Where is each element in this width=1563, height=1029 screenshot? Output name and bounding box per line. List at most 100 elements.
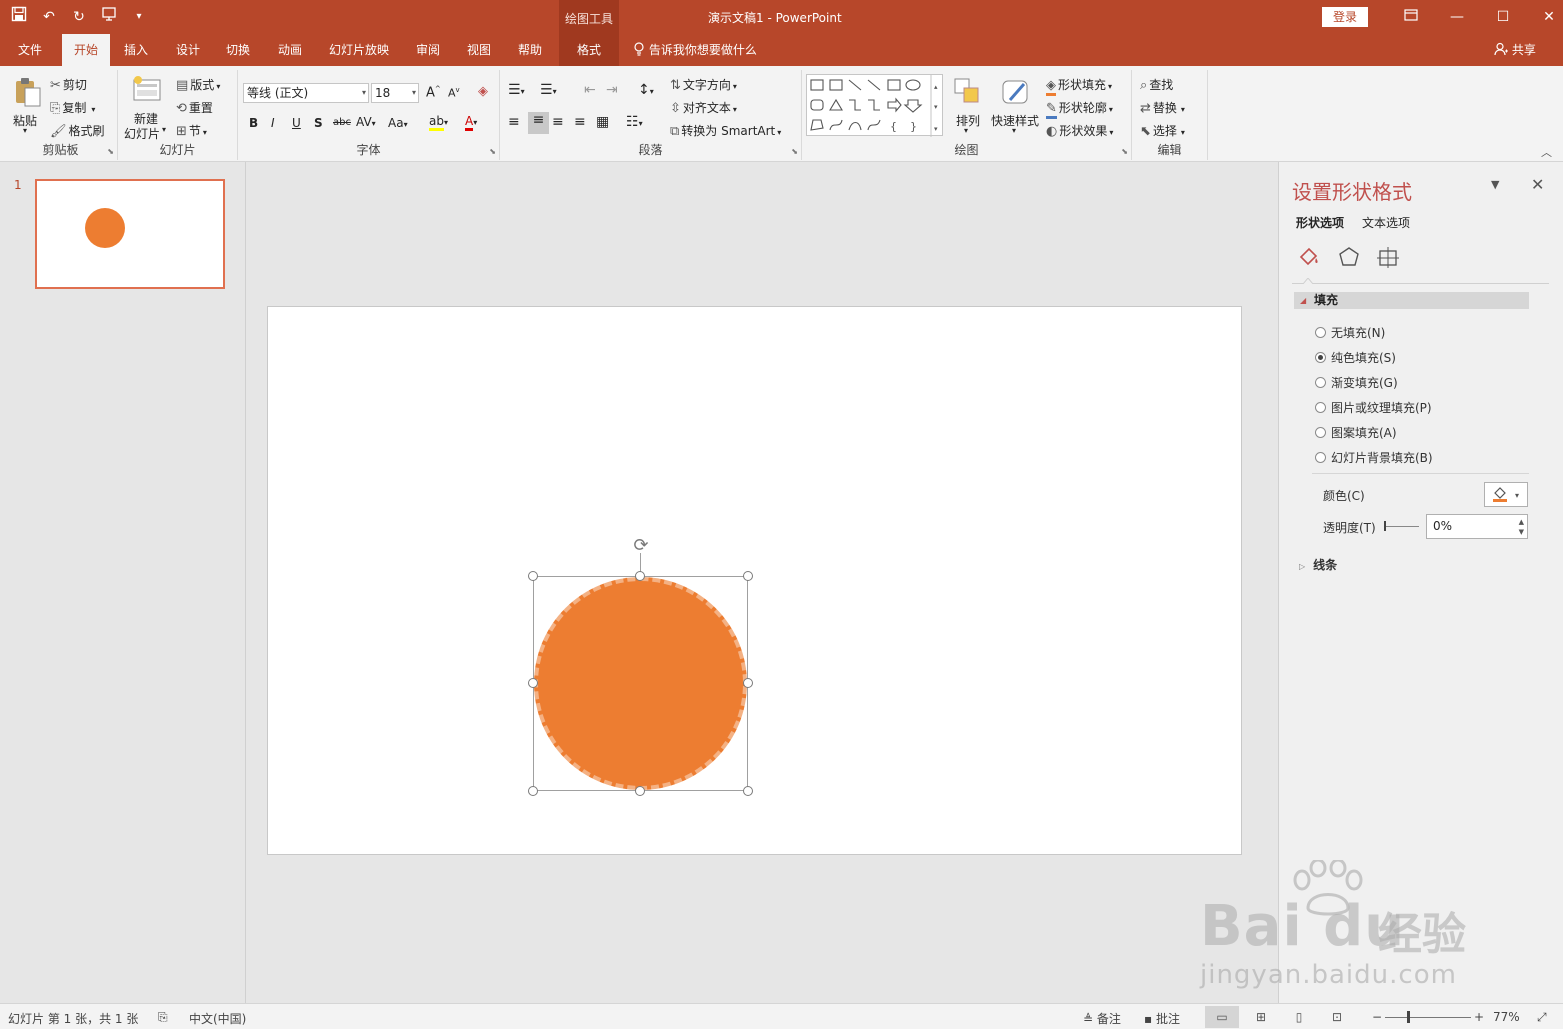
radio-button[interactable] <box>1315 452 1326 463</box>
paragraph-launcher-icon[interactable]: ⬊ <box>791 147 798 156</box>
fill-option-gradient[interactable]: 渐变填充(G) <box>1315 374 1398 391</box>
line-section-header[interactable]: ▷ 线条 <box>1299 556 1337 573</box>
redo-icon[interactable]: ↻ <box>68 6 90 28</box>
change-case-icon[interactable]: Aa▾ <box>388 116 408 130</box>
ribbon-display-icon[interactable] <box>1388 5 1434 29</box>
new-slide-dropdown-icon[interactable]: ▾ <box>162 125 166 134</box>
zoom-in-icon[interactable]: + <box>1474 1010 1484 1024</box>
decrease-indent-icon[interactable]: ⇤ <box>584 82 596 98</box>
customize-icon[interactable]: ▾ <box>128 6 150 28</box>
highlight-icon[interactable]: ab▾ <box>429 114 448 131</box>
replace-button[interactable]: ⇄ 替换 ▾ <box>1140 99 1185 116</box>
reset-button[interactable]: ⟲ 重置 <box>176 99 213 116</box>
notes-button[interactable]: ≜ 备注 <box>1083 1010 1121 1027</box>
resize-handle-top-left[interactable] <box>528 571 538 581</box>
zoom-slider-thumb[interactable] <box>1407 1011 1410 1023</box>
bold-icon[interactable]: B <box>249 116 258 130</box>
fill-option-picture[interactable]: 图片或纹理填充(P) <box>1315 399 1432 416</box>
clipboard-launcher-icon[interactable]: ⬊ <box>107 147 114 156</box>
paste-button[interactable]: 粘贴 ▾ <box>10 74 44 138</box>
cut-button[interactable]: ✂ 剪切 <box>50 76 87 93</box>
paste-dropdown-icon[interactable]: ▾ <box>23 126 27 135</box>
resize-handle-bottom[interactable] <box>635 786 645 796</box>
distributed-icon[interactable]: ▦ <box>596 114 609 130</box>
shapes-gallery[interactable]: {} ▴ ▾ ▾ <box>806 74 943 137</box>
transparency-slider-thumb[interactable] <box>1384 521 1386 531</box>
save-icon[interactable] <box>8 6 30 28</box>
tab-format[interactable]: 格式 <box>559 34 619 66</box>
tab-help[interactable]: 帮助 <box>510 34 550 66</box>
font-color-icon[interactable]: A▾ <box>465 114 477 131</box>
tab-review[interactable]: 审阅 <box>408 34 448 66</box>
slide-sorter-icon[interactable]: ⊞ <box>1244 1006 1278 1028</box>
tell-me-box[interactable]: 告诉我你想要做什么 <box>633 34 757 66</box>
zoom-level[interactable]: 77% <box>1493 1010 1520 1024</box>
copy-button[interactable]: ⎘ 复制 ▾ <box>50 99 95 116</box>
tab-view[interactable]: 视图 <box>459 34 499 66</box>
line-spacing-icon[interactable]: ↕▾ <box>638 82 654 98</box>
tab-design[interactable]: 设计 <box>168 34 208 66</box>
increase-indent-icon[interactable]: ⇥ <box>606 82 618 98</box>
shape-effects-button[interactable]: ◐ 形状效果 ▾ <box>1046 122 1113 139</box>
minimize-icon[interactable]: — <box>1434 5 1480 29</box>
strikethrough-icon[interactable]: abc <box>333 117 351 128</box>
text-shadow-icon[interactable]: S <box>314 116 323 130</box>
font-name-combo[interactable]: 等线 (正文) ▾ <box>243 83 369 103</box>
align-left-icon[interactable]: ≡ <box>508 114 520 130</box>
fit-slide-icon[interactable]: ⤢ <box>1537 1010 1547 1025</box>
resize-handle-left[interactable] <box>528 678 538 688</box>
collapse-ribbon-icon[interactable]: ︿ <box>1541 144 1552 160</box>
language-status[interactable]: 中文(中国) <box>189 1010 246 1027</box>
resize-handle-right[interactable] <box>743 678 753 688</box>
slideshow-icon[interactable] <box>98 6 120 28</box>
find-button[interactable]: ⌕ 查找 <box>1140 76 1173 93</box>
login-button[interactable]: 登录 <box>1322 7 1368 27</box>
resize-handle-bottom-left[interactable] <box>528 786 538 796</box>
tab-home[interactable]: 开始 <box>62 34 110 66</box>
transparency-input[interactable]: 0% ▲ ▼ <box>1426 514 1528 539</box>
slideshow-view-icon[interactable]: ⊡ <box>1320 1006 1354 1028</box>
zoom-slider-track[interactable] <box>1385 1017 1471 1018</box>
slide-canvas[interactable]: ⟳ <box>267 306 1242 855</box>
select-button[interactable]: ⬉ 选择 ▾ <box>1140 122 1185 139</box>
fill-option-none[interactable]: 无填充(N) <box>1315 324 1385 341</box>
shrink-font-icon[interactable]: Av <box>448 86 460 100</box>
grow-font-icon[interactable]: A^ <box>426 85 441 100</box>
color-picker-button[interactable]: ▾ <box>1484 482 1528 507</box>
circle-shape[interactable] <box>534 577 747 790</box>
tab-insert[interactable]: 插入 <box>116 34 156 66</box>
fill-line-icon[interactable] <box>1296 244 1322 270</box>
underline-icon[interactable]: U <box>292 116 301 130</box>
reading-view-icon[interactable]: ▯ <box>1282 1006 1316 1028</box>
shape-fill-button[interactable]: ◈ 形状填充 ▾ <box>1046 76 1112 96</box>
bullets-icon[interactable]: ☰▾ <box>508 82 525 98</box>
layout-button[interactable]: ▤ 版式 ▾ <box>176 76 220 93</box>
quick-styles-button[interactable]: 快速样式 ▾ <box>990 74 1040 138</box>
slide-thumbnail[interactable] <box>35 179 225 289</box>
tab-slideshow[interactable]: 幻灯片放映 <box>322 34 396 66</box>
resize-handle-bottom-right[interactable] <box>743 786 753 796</box>
align-center-icon[interactable]: ≡ <box>528 112 549 134</box>
resize-handle-top[interactable] <box>635 571 645 581</box>
comments-button[interactable]: ▪ 批注 <box>1144 1010 1180 1027</box>
numbering-icon[interactable]: ☰▾ <box>540 82 557 98</box>
new-slide-button[interactable]: 新建 幻灯片 ▾ <box>122 72 172 141</box>
radio-button[interactable] <box>1315 427 1326 438</box>
columns-icon[interactable]: ☷▾ <box>626 114 643 130</box>
font-launcher-icon[interactable]: ⬊ <box>489 147 496 156</box>
effects-pentagon-icon[interactable] <box>1336 244 1362 270</box>
arrange-button[interactable]: 排列 ▾ <box>950 74 986 138</box>
close-icon[interactable]: ✕ <box>1526 5 1563 29</box>
rotate-handle-icon[interactable]: ⟳ <box>630 535 652 557</box>
maximize-icon[interactable]: ☐ <box>1480 5 1526 29</box>
resize-handle-top-right[interactable] <box>743 571 753 581</box>
normal-view-icon[interactable]: ▭ <box>1205 1006 1239 1028</box>
share-button[interactable]: 共享 <box>1494 34 1536 66</box>
radio-button[interactable] <box>1315 377 1326 388</box>
fill-option-pattern[interactable]: 图案填充(A) <box>1315 424 1397 441</box>
format-painter-button[interactable]: 🖌 格式刷 <box>50 122 105 139</box>
tab-animations[interactable]: 动画 <box>270 34 310 66</box>
spin-arrows-icon[interactable]: ▲ ▼ <box>1519 517 1524 537</box>
font-size-combo[interactable]: 18 ▾ <box>371 83 419 103</box>
radio-button-selected[interactable] <box>1315 352 1326 363</box>
